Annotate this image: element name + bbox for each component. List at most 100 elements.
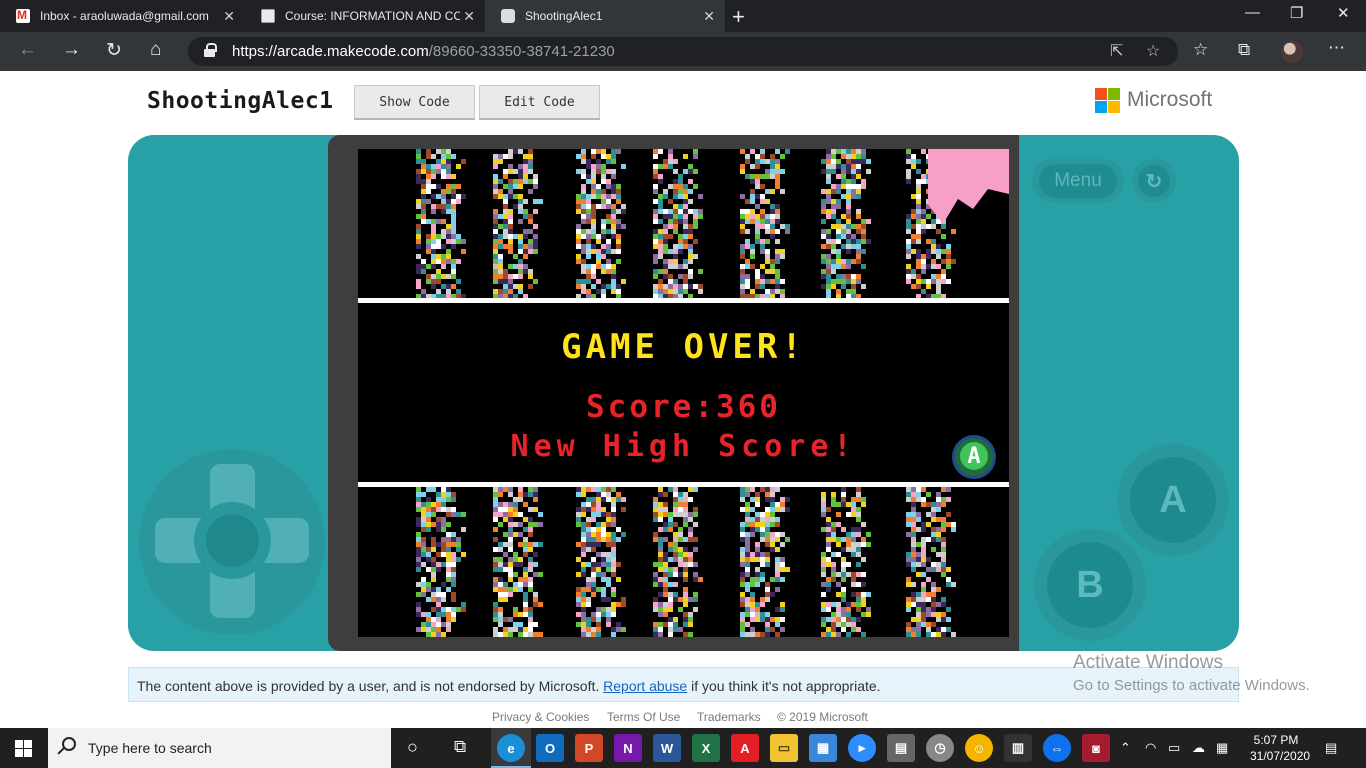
tray-chevron-icon[interactable]: ⌃ (1120, 740, 1131, 756)
terms-link[interactable]: Terms Of Use (607, 710, 680, 724)
edit-code-button[interactable]: Edit Code (479, 85, 600, 120)
sprite-pixel (426, 279, 431, 284)
word-icon[interactable]: W (653, 734, 681, 762)
sprite-pixel (421, 184, 426, 189)
tab-gmail[interactable]: Inbox - araoluwada@gmail.com ✕ (0, 0, 245, 32)
forward-icon[interactable]: → (62, 39, 81, 61)
home-icon[interactable]: ⌂ (150, 39, 161, 61)
sprite-pixel (503, 194, 508, 199)
sprite-pixel (513, 284, 518, 289)
close-tab-icon[interactable]: ✕ (223, 8, 235, 25)
sprite-pixel (441, 612, 446, 617)
powerpoint-icon[interactable]: P (575, 734, 603, 762)
task-view-icon[interactable]: ⧉ (454, 737, 466, 757)
cortana-icon[interactable]: ○ (407, 737, 418, 758)
sprite-pixel (581, 269, 586, 274)
excel-icon[interactable]: X (692, 734, 720, 762)
notifications-icon[interactable]: ▤ (1325, 740, 1337, 756)
favorite-star-icon[interactable]: ☆ (1146, 41, 1160, 61)
sprite-pixel (606, 194, 611, 199)
tab-course[interactable]: Course: INFORMATION AND CO ✕ (245, 0, 485, 32)
show-code-button[interactable]: Show Code (354, 85, 475, 120)
sprite-pixel (658, 547, 663, 552)
calendar-icon[interactable]: ▦ (809, 734, 837, 762)
reader-icon[interactable]: ▥ (1004, 734, 1032, 762)
trademarks-link[interactable]: Trademarks (697, 710, 761, 724)
sprite-pixel (770, 209, 775, 214)
profile-avatar[interactable] (1281, 41, 1303, 63)
sprite-pixel (668, 274, 673, 279)
sprite-pixel (658, 204, 663, 209)
a-button[interactable]: A (1130, 457, 1216, 543)
tab-shootingalec1[interactable]: ShootingAlec1 ✕ (485, 0, 725, 32)
game-screen[interactable]: GAME OVER! Score:360 New High Score! A (358, 149, 1009, 637)
sprite-pixel (461, 159, 466, 164)
sprite-pixel (533, 244, 538, 249)
sprite-pixel (421, 577, 426, 582)
teamviewer-icon[interactable]: ⇔ (1043, 734, 1071, 762)
close-tab-icon[interactable]: ✕ (703, 8, 715, 25)
windows-start-icon[interactable] (15, 740, 32, 757)
sprite-pixel (846, 249, 851, 254)
minimize-icon[interactable]: — (1245, 4, 1260, 21)
outlook-icon[interactable]: O (536, 734, 564, 762)
sprite-pixel (826, 149, 831, 154)
menu-button[interactable]: Menu (1032, 159, 1124, 203)
address-field[interactable]: https://arcade.makecode.com/89660-33350-… (188, 37, 1178, 66)
file-explorer-icon[interactable]: ▭ (770, 734, 798, 762)
new-tab-icon[interactable]: + (732, 4, 745, 30)
edge-icon[interactable]: e (497, 734, 525, 762)
back-icon[interactable]: ← (18, 39, 37, 61)
sprite-pixel (826, 269, 831, 274)
sprite-pixel (698, 214, 703, 219)
sprite-pixel (841, 527, 846, 532)
sprite-pixel (498, 582, 503, 587)
more-options-icon[interactable]: ⋯ (1328, 38, 1345, 58)
open-in-app-icon[interactable]: ⇱ (1110, 41, 1123, 61)
sprite-pixel (831, 612, 836, 617)
sprite-pixel (576, 622, 581, 627)
sprite-pixel (921, 562, 926, 567)
sprite-pixel (740, 632, 745, 637)
close-window-icon[interactable]: ✕ (1337, 4, 1350, 22)
sprite-pixel (493, 219, 498, 224)
onedrive-icon[interactable]: ☁ (1192, 740, 1205, 756)
system-clock[interactable]: 5:07 PM 31/07/2020 (1250, 732, 1310, 764)
sprite-pixel (821, 254, 826, 259)
collections-icon[interactable]: ⧉ (1238, 40, 1250, 60)
microsoft-logo-icon[interactable] (1095, 88, 1120, 113)
sprite-pixel (658, 582, 663, 587)
sprite-pixel (755, 204, 760, 209)
favorites-icon[interactable]: ☆ (1193, 40, 1208, 60)
sprite-pixel (591, 204, 596, 209)
wifi-icon[interactable]: ◠ (1145, 740, 1156, 756)
keyboard-icon[interactable]: ▦ (1216, 740, 1228, 756)
sprite-pixel (846, 572, 851, 577)
sprite-pixel (926, 597, 931, 602)
calculator-icon[interactable]: ▤ (887, 734, 915, 762)
sprite-pixel (653, 562, 658, 567)
sprite-pixel (446, 199, 451, 204)
microsoft-brand[interactable]: Microsoft (1127, 88, 1212, 112)
restart-button[interactable]: ↻ (1132, 159, 1176, 203)
b-button[interactable]: B (1047, 542, 1133, 628)
recorder-icon[interactable]: ◙ (1082, 734, 1110, 762)
privacy-link[interactable]: Privacy & Cookies (492, 710, 589, 724)
close-tab-icon[interactable]: ✕ (463, 8, 475, 25)
acrobat-icon[interactable]: A (731, 734, 759, 762)
clock-app-icon[interactable]: ◷ (926, 734, 954, 762)
sprite-pixel (921, 617, 926, 622)
battery-icon[interactable]: ▭ (1168, 740, 1180, 756)
zoom-icon[interactable]: ▸ (848, 734, 876, 762)
sprite-pixel (581, 572, 586, 577)
refresh-icon[interactable]: ↻ (106, 39, 122, 62)
onenote-icon[interactable]: N (614, 734, 642, 762)
sprite-pixel (750, 532, 755, 537)
report-abuse-link[interactable]: Report abuse (603, 678, 687, 694)
taskbar-search[interactable]: Type here to search (48, 728, 391, 768)
sprite-pixel (831, 264, 836, 269)
sprite-pixel (498, 492, 503, 497)
sprite-pixel (576, 229, 581, 234)
restore-icon[interactable]: ❐ (1290, 4, 1303, 22)
people-icon[interactable]: ☺ (965, 734, 993, 762)
